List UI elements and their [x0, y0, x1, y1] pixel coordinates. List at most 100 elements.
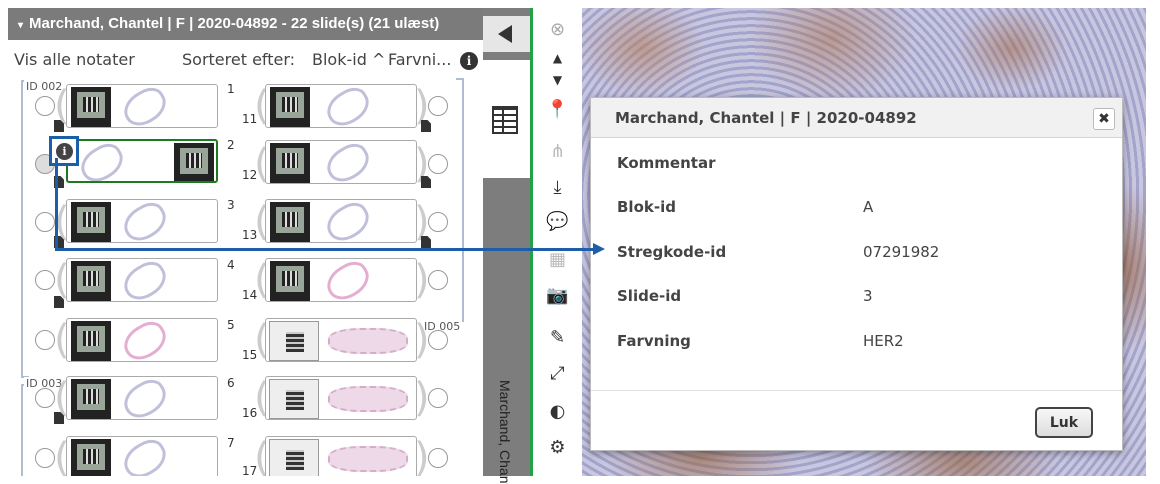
slide-select-radio[interactable] — [428, 388, 448, 408]
slide-number: 3 — [227, 198, 235, 212]
sort-by-block-id[interactable]: Blok-id ^ — [312, 50, 385, 69]
sort-row: Vis alle notater Sorteret efter: Blok-id… — [14, 50, 478, 74]
slide-label-image — [270, 261, 310, 301]
tissue-image — [117, 85, 173, 127]
dialog-divider — [591, 390, 1122, 391]
slide-number: 4 — [227, 258, 235, 272]
slide-list-panel: ▾ Marchand, Chantel | F | 2020-04892 - 22… — [8, 8, 483, 476]
case-header[interactable]: ▾ Marchand, Chantel | F | 2020-04892 - 22… — [8, 8, 483, 40]
panel-divider-strip: Marchand, Chant — [483, 8, 530, 484]
field-value-slide-id: 3 — [863, 287, 873, 305]
slide-select-radio[interactable] — [35, 388, 55, 408]
slide-thumbnail[interactable] — [265, 140, 417, 184]
pin-icon[interactable]: 📍 — [533, 96, 582, 124]
field-label-slide-id: Slide-id — [617, 287, 682, 305]
close-icon[interactable]: ✖ — [1093, 108, 1115, 130]
expand-icon[interactable]: ⤢ — [533, 360, 582, 388]
slide-number: 1 — [227, 82, 235, 96]
slide-thumbnail[interactable] — [66, 376, 218, 420]
slide-label-image — [174, 143, 214, 181]
tissue-image — [328, 446, 408, 472]
slide-select-radio[interactable] — [428, 330, 448, 350]
tissue-image — [117, 200, 173, 242]
dialog-header: Marchand, Chantel | F | 2020-04892 ✖ — [591, 98, 1122, 138]
slide-label-image — [269, 321, 319, 361]
comments-icon[interactable]: 💬 — [533, 208, 582, 236]
callout-line — [55, 158, 58, 250]
slide-select-radio[interactable] — [428, 270, 448, 290]
field-label-stain: Farvning — [617, 332, 691, 350]
slide-select-radio[interactable] — [35, 96, 55, 116]
gear-icon[interactable]: ⚙ — [533, 434, 582, 462]
slide-number: 2 — [227, 138, 235, 152]
slide-thumbnail[interactable] — [265, 258, 417, 302]
slide-thumbnail[interactable] — [265, 84, 417, 128]
field-label-comment: Kommentar — [617, 154, 716, 172]
group-bracket-id-002 — [21, 80, 29, 378]
slide-select-radio[interactable] — [428, 96, 448, 116]
slide-label-image — [71, 439, 111, 476]
field-value-block-id: A — [863, 198, 874, 216]
slide-thumbnail[interactable] — [66, 84, 218, 128]
slide-select-radio[interactable] — [35, 448, 55, 468]
slide-label-image — [269, 439, 319, 476]
chevron-down-icon[interactable]: ▼ — [533, 66, 582, 94]
slide-label-image — [71, 202, 111, 242]
info-icon: i — [56, 143, 73, 160]
slide-thumbnail[interactable] — [265, 436, 417, 476]
close-circle-icon[interactable]: ⊗ — [533, 16, 582, 44]
tissue-image — [320, 259, 376, 301]
tissue-image — [117, 377, 173, 419]
slide-select-radio[interactable] — [35, 330, 55, 350]
field-label-barcode-id: Stregkode-id — [617, 243, 727, 261]
slide-select-radio[interactable] — [35, 212, 55, 232]
tissue-image — [320, 200, 376, 242]
slide-thumbnail[interactable] — [66, 318, 218, 362]
slide-thumbnail[interactable] — [265, 376, 417, 420]
vertical-patient-name: Marchand, Chant — [497, 380, 513, 484]
slide-thumbnail[interactable] — [66, 199, 218, 243]
tissue-image — [328, 328, 408, 354]
slide-label-image — [71, 87, 111, 127]
contrast-icon[interactable]: ◐ — [533, 398, 582, 426]
tissue-image — [74, 141, 130, 181]
slide-thumbnail-selected[interactable] — [66, 139, 218, 183]
slide-label-image — [270, 202, 310, 242]
field-label-block-id: Blok-id — [617, 198, 676, 216]
slide-select-radio[interactable] — [428, 154, 448, 174]
download-icon[interactable]: ⤓ — [533, 174, 582, 202]
slide-thumbnail[interactable] — [66, 258, 218, 302]
slide-label-image — [270, 87, 310, 127]
show-all-notes-link[interactable]: Vis alle notater — [14, 50, 135, 69]
close-button[interactable]: Luk — [1035, 407, 1093, 438]
tissue-image — [117, 259, 173, 301]
group-bracket-id-003 — [21, 384, 29, 476]
slide-info-dialog: Marchand, Chantel | F | 2020-04892 ✖ Kom… — [590, 97, 1123, 451]
viewer-toolbar: ⊗ ▲ ▼ 📍 ⋔ ⤓ 💬 ▦ 📷 ✎ ⤢ ◐ ⚙ — [530, 8, 582, 476]
hierarchy-icon[interactable]: ⋔ — [533, 138, 582, 166]
callout-line — [55, 248, 593, 251]
collapse-caret-icon[interactable]: ▾ — [18, 20, 23, 31]
layout-tab[interactable] — [483, 60, 530, 178]
info-icon[interactable]: i — [460, 52, 478, 70]
slide-select-radio[interactable] — [428, 212, 448, 232]
tissue-image — [117, 319, 173, 361]
slide-thumbnail[interactable] — [265, 318, 417, 362]
camera-icon[interactable]: 📷 — [533, 282, 582, 310]
slide-label-image — [269, 379, 319, 419]
slide-number: 6 — [227, 376, 235, 390]
tissue-image — [320, 85, 376, 127]
tissue-image — [328, 386, 408, 412]
slide-thumbnail[interactable] — [265, 199, 417, 243]
slide-info-button[interactable]: i — [49, 136, 79, 166]
pencil-icon[interactable]: ✎ — [533, 324, 582, 352]
field-value-barcode-id: 07291982 — [863, 243, 940, 261]
sort-by-stain[interactable]: Farvni... — [388, 50, 451, 69]
slide-label-image — [270, 143, 310, 183]
slide-thumbnail[interactable] — [66, 436, 218, 476]
dialog-title: Marchand, Chantel | F | 2020-04892 — [615, 109, 917, 127]
slide-label-image — [71, 321, 111, 361]
slide-select-radio[interactable] — [35, 270, 55, 290]
slide-select-radio[interactable] — [428, 448, 448, 468]
collapse-panel-button[interactable] — [483, 16, 530, 52]
